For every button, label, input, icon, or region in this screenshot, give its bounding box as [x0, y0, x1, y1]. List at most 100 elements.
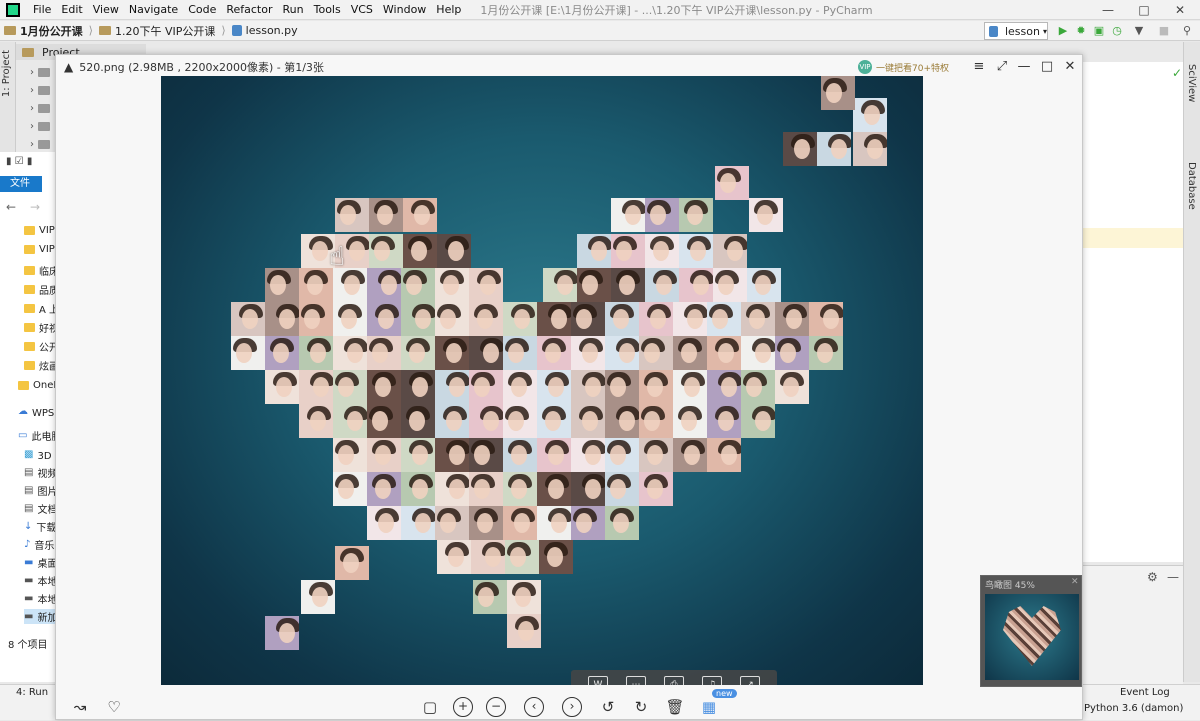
settings-gear-icon[interactable]: ⚙ [1147, 570, 1158, 584]
event-log-button[interactable]: Event Log [1120, 687, 1170, 698]
fit-screen-icon[interactable]: ▢ [420, 697, 440, 717]
crop-icon[interactable]: ⋯ [626, 676, 646, 685]
tile-face [276, 377, 292, 397]
run-config-select[interactable]: lesson ▾ [984, 22, 1048, 40]
hide-panel-icon[interactable]: — [1167, 570, 1179, 584]
vip-promo[interactable]: VIP 一键把看70+特权 [858, 59, 949, 75]
ocr-icon[interactable]: W [588, 676, 608, 685]
folder-row[interactable]: 炫画 [24, 358, 59, 373]
sidebar-item-pictures[interactable]: ▤ 图片 [24, 483, 57, 498]
apps-icon[interactable]: ▦ [699, 697, 719, 717]
menu-icon[interactable]: ≡ [969, 58, 989, 76]
close-icon[interactable]: ✕ [1071, 577, 1079, 587]
folder-row[interactable]: VIP [24, 244, 55, 255]
rotate-right-icon[interactable]: ↻ [631, 697, 651, 717]
tile-face [687, 205, 703, 225]
menu-vcs[interactable]: VCS [346, 3, 378, 16]
photo-tile [435, 472, 469, 506]
tile-face [236, 343, 252, 363]
fullscreen-icon[interactable]: ⤢ [992, 58, 1012, 76]
print-icon[interactable]: ⎙ [664, 676, 684, 685]
tree-row[interactable]: › [30, 66, 54, 78]
menu-tools[interactable]: Tools [309, 3, 346, 16]
tile-face [508, 343, 524, 363]
sidebar-item-desktop[interactable]: ▬ 桌面 [24, 555, 57, 570]
export-icon[interactable]: ↗ [740, 676, 760, 685]
tree-row[interactable]: › [30, 102, 54, 114]
maximize-icon[interactable]: □ [1126, 0, 1162, 20]
code-editor[interactable] [1083, 62, 1183, 562]
tree-row[interactable]: › [30, 120, 54, 132]
coverage-icon[interactable]: ▣ [1090, 22, 1108, 40]
tile-face [406, 275, 422, 295]
maximize-icon[interactable]: □ [1037, 58, 1057, 76]
menu-run[interactable]: Run [278, 3, 309, 16]
sciview-tool-tab[interactable]: SciView [1186, 64, 1197, 102]
tile-face [547, 547, 563, 567]
database-tool-tab[interactable]: Database [1186, 162, 1197, 210]
tree-row[interactable]: › [30, 138, 54, 150]
sidebar-item-documents[interactable]: ▤ 文档 [24, 501, 57, 516]
tile-face [440, 309, 456, 329]
photo-tile [299, 370, 333, 404]
profile-icon[interactable]: ◷ [1108, 22, 1126, 40]
back-arrow-icon[interactable]: ← [6, 200, 16, 214]
interpreter-status[interactable]: Python 3.6 (damon) [1084, 703, 1183, 714]
photo-tile [231, 336, 265, 370]
build-icon[interactable]: ▼ [1130, 22, 1148, 40]
tree-row[interactable]: › [30, 84, 54, 96]
folder-row[interactable]: VIP [24, 225, 55, 236]
menu-edit[interactable]: Edit [56, 3, 87, 16]
folder-row[interactable]: A 上 [24, 301, 59, 316]
zoom-in-icon[interactable]: + [453, 697, 473, 717]
menu-code[interactable]: Code [183, 3, 221, 16]
menu-file[interactable]: File [28, 3, 56, 16]
photo-tile [469, 438, 503, 472]
rotate-left-icon[interactable]: ↺ [598, 697, 618, 717]
rotate-panel-icon[interactable]: ↝ [70, 697, 90, 717]
zoom-out-icon[interactable]: − [486, 697, 506, 717]
favorite-heart-icon[interactable]: ♡ [104, 697, 124, 717]
tile-face [485, 547, 501, 567]
project-tool-tab[interactable]: 1: Project [1, 50, 12, 97]
folder-row[interactable]: 临床 [24, 263, 59, 278]
image-canvas[interactable]: ☝ W ⋯ ⎙ ♫ ↗ [161, 76, 923, 685]
stop-icon[interactable]: ■ [1155, 22, 1173, 40]
menu-navigate[interactable]: Navigate [124, 3, 183, 16]
file-tab[interactable]: 文件 [0, 176, 42, 192]
menu-refactor[interactable]: Refactor [221, 3, 277, 16]
minimize-icon[interactable]: — [1090, 0, 1126, 20]
folder-row[interactable]: 公开 [24, 339, 59, 354]
photo-tile [299, 302, 333, 336]
tile-face [576, 513, 592, 533]
close-icon[interactable]: ✕ [1060, 58, 1080, 76]
menu-view[interactable]: View [88, 3, 124, 16]
debug-icon[interactable]: ✹ [1072, 22, 1090, 40]
delete-icon[interactable]: 🗑 [665, 697, 685, 717]
breadcrumb-item[interactable]: 1月份公开课 [0, 23, 87, 39]
picture-icon: ▤ [24, 485, 34, 496]
photo-tile [537, 336, 571, 370]
search-icon[interactable]: ⚲ [1178, 22, 1196, 40]
menu-window[interactable]: Window [378, 3, 431, 16]
folder-row[interactable]: 好视 [24, 320, 59, 335]
minimize-icon[interactable]: — [1014, 58, 1034, 76]
run-icon[interactable]: ▶ [1054, 22, 1072, 40]
next-image-icon[interactable]: › [562, 697, 582, 717]
breadcrumb-item[interactable]: 1.20下午 VIP公开课 [95, 23, 219, 39]
breadcrumb-item[interactable]: lesson.py [228, 24, 302, 37]
tile-face [867, 139, 883, 159]
sidebar-item-videos[interactable]: ▤ 视频 [24, 465, 57, 480]
check-icon: ✓ [1172, 66, 1183, 80]
run-tool-tab[interactable]: 4: Run [16, 687, 48, 698]
thumbnail-navigator[interactable]: 鸟瞰图 45% ✕ [980, 575, 1082, 687]
folder-row[interactable]: 品质 [24, 282, 59, 297]
share-icon[interactable]: ♫ [702, 676, 722, 685]
sidebar-item-downloads[interactable]: ↓ 下载 [24, 519, 56, 534]
previous-image-icon[interactable]: ‹ [524, 697, 544, 717]
photo-tile [741, 336, 775, 370]
menu-help[interactable]: Help [431, 3, 466, 16]
forward-arrow-icon[interactable]: → [30, 200, 40, 214]
close-icon[interactable]: ✕ [1162, 0, 1198, 20]
sidebar-item-music[interactable]: ♪ 音乐 [24, 537, 54, 552]
